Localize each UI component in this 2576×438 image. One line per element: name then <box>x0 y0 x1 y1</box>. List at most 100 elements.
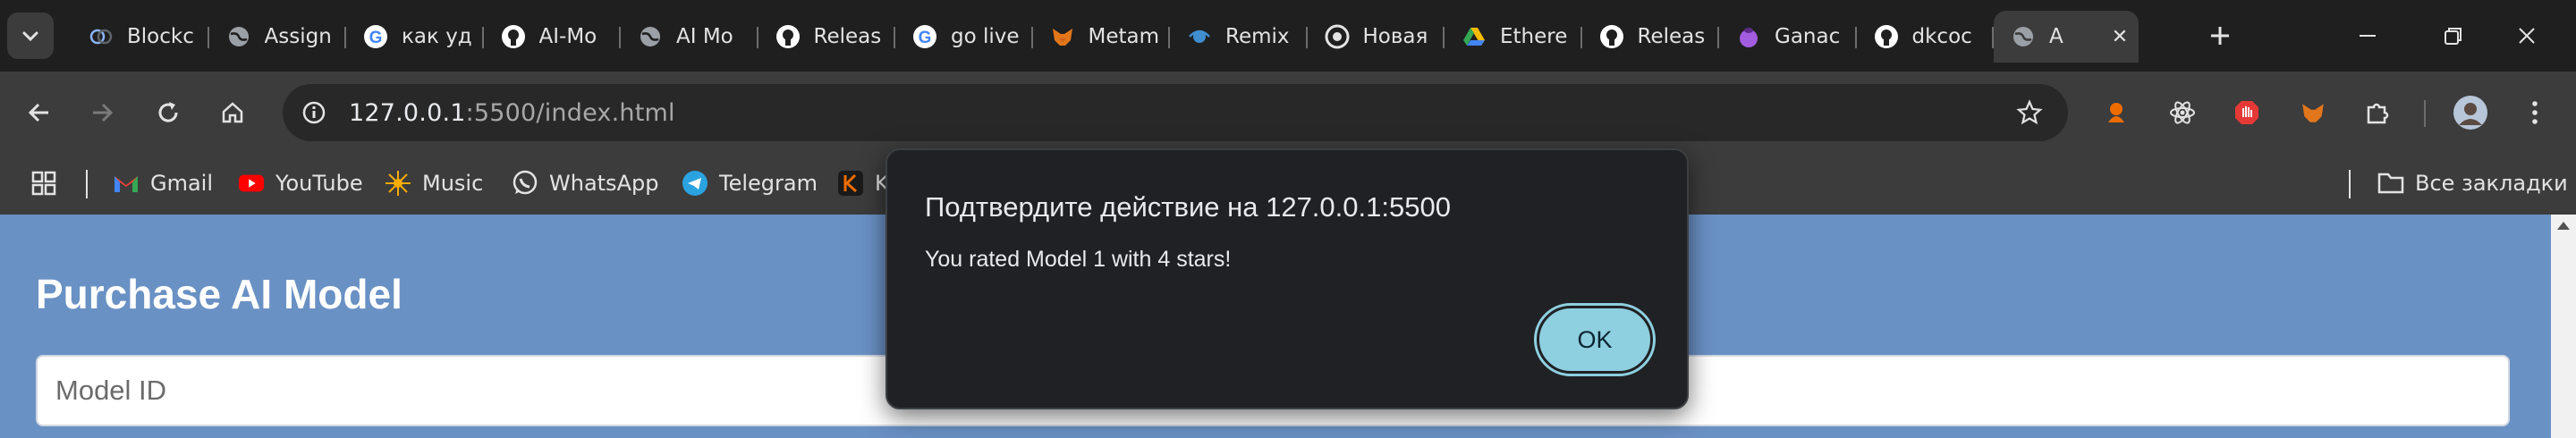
back-button[interactable] <box>16 89 63 136</box>
new-tab-button[interactable] <box>2197 13 2243 59</box>
more-vertical-icon <box>2532 101 2538 124</box>
google-drive-icon <box>1461 23 1487 50</box>
tab[interactable]: Releas <box>758 11 896 63</box>
tab[interactable]: dkcoc <box>1857 11 1995 63</box>
reload-icon <box>158 102 178 122</box>
tab[interactable]: AI-Mo <box>484 11 622 63</box>
chrome-icon <box>1324 23 1351 50</box>
browser-menu-button[interactable] <box>2512 89 2558 136</box>
tab-title: Remix <box>1225 25 1290 48</box>
folder-icon <box>2377 170 2404 197</box>
google-icon: G <box>362 23 389 50</box>
forward-button[interactable] <box>79 89 125 136</box>
remix-icon <box>1186 23 1213 50</box>
bookmark-label: YouTube <box>275 171 363 196</box>
all-bookmarks-button[interactable]: Все закладки <box>2377 161 2568 206</box>
bookmark-star-button[interactable] <box>2011 94 2048 131</box>
telegram-icon <box>682 170 708 197</box>
bookmark-music[interactable]: Music <box>385 161 483 206</box>
arrow-right-icon <box>93 103 114 122</box>
blockchain-icon <box>88 23 114 50</box>
tab[interactable]: G go live <box>895 11 1033 63</box>
bookmarks-divider <box>2349 170 2351 198</box>
bookmark-telegram[interactable]: Telegram <box>682 161 818 206</box>
address-bar[interactable]: 127.0.0.1:5500/index.html <box>283 84 2068 141</box>
site-info-button[interactable] <box>295 94 333 131</box>
globe-icon <box>225 23 252 50</box>
tab[interactable]: Metam <box>1033 11 1171 63</box>
tab[interactable]: Новая <box>1308 11 1445 63</box>
tab-title: Новая <box>1362 25 1428 48</box>
bookmark-label: Telegram <box>719 171 818 196</box>
bookmark-youtube[interactable]: YouTube <box>238 161 363 206</box>
tab-title: Releas <box>813 25 882 48</box>
tab[interactable]: Assign <box>209 11 347 63</box>
reload-button[interactable] <box>145 89 191 136</box>
info-icon <box>302 101 326 124</box>
home-button[interactable] <box>209 89 256 136</box>
close-window-button[interactable] <box>2478 0 2576 72</box>
tab-title: Releas <box>1637 25 1706 48</box>
metamask-icon <box>1049 23 1076 50</box>
apps-grid-icon <box>31 171 56 196</box>
duck-extension-icon <box>2108 103 2124 122</box>
bookmark-label: WhatsApp <box>549 171 659 196</box>
tab[interactable]: Ethere <box>1445 11 1582 63</box>
tab-title: Ethere <box>1500 25 1568 48</box>
page-scrollbar[interactable] <box>2551 215 2576 438</box>
bookmark-whatsapp[interactable]: WhatsApp <box>512 161 658 206</box>
extension-button[interactable] <box>2093 89 2140 136</box>
url-host: 127.0.0.1 <box>349 98 466 127</box>
react-devtools-icon <box>2170 101 2195 124</box>
tab[interactable]: Releas <box>1582 11 1720 63</box>
kaggle-icon <box>837 170 864 197</box>
adblock-icon <box>2235 101 2258 124</box>
profile-button[interactable] <box>2447 89 2494 136</box>
tab-title: Assign <box>264 25 332 48</box>
extension-button[interactable] <box>2290 89 2336 136</box>
tab-title: Blockc <box>127 25 194 48</box>
extension-button[interactable] <box>2224 89 2270 136</box>
extension-button[interactable] <box>2159 89 2206 136</box>
github-icon <box>1873 23 1900 50</box>
bookmark-label: Gmail <box>150 171 214 196</box>
globe-icon <box>637 23 664 50</box>
chevron-down-icon <box>22 31 38 42</box>
tab[interactable]: Blockc <box>72 11 209 63</box>
tab-title: Ganac <box>1775 25 1841 48</box>
tab[interactable]: G как уд <box>346 11 484 63</box>
close-tab-icon[interactable]: ✕ <box>2110 26 2130 48</box>
tab-title: как уд <box>402 25 472 48</box>
apps-button[interactable] <box>30 161 57 206</box>
google-icon: G <box>911 23 938 50</box>
tab[interactable]: Remix <box>1170 11 1308 63</box>
home-icon <box>222 102 243 123</box>
tab-title: dkcoc <box>1911 25 1972 48</box>
gmail-icon <box>113 170 140 197</box>
minimize-button[interactable] <box>2318 0 2417 72</box>
bookmark-gmail[interactable]: Gmail <box>113 161 213 206</box>
dialog-title: Подтвердите действие на 127.0.0.1:5500 <box>925 191 1451 223</box>
bookmark-label: Music <box>422 171 484 196</box>
github-icon <box>1598 23 1625 50</box>
bookmark-kaggle[interactable]: K <box>837 161 889 206</box>
svg-text:G: G <box>919 29 932 47</box>
youtube-icon <box>238 170 265 197</box>
tab-search-button[interactable] <box>7 13 54 59</box>
url-text: 127.0.0.1:5500/index.html <box>349 99 675 127</box>
tab[interactable]: Ganac <box>1719 11 1857 63</box>
bookmarks-divider <box>86 170 88 198</box>
ok-button[interactable]: OK <box>1534 303 1656 376</box>
restore-icon <box>2445 28 2462 45</box>
metamask-icon <box>2302 104 2324 122</box>
dialog-message: You rated Model 1 with 4 stars! <box>925 247 1232 272</box>
tab-title: AI Mo <box>676 25 733 48</box>
tab-title: AI-Mo <box>538 25 597 48</box>
scroll-up-arrow-icon[interactable] <box>2557 222 2570 230</box>
browser-toolbar: 127.0.0.1:5500/index.html <box>0 72 2576 154</box>
github-icon <box>775 23 801 50</box>
tab-active[interactable]: A ✕ <box>1994 11 2139 63</box>
tab-title: Metam <box>1088 25 1160 48</box>
extensions-menu-button[interactable] <box>2354 89 2401 136</box>
tab[interactable]: AI Mo <box>621 11 758 63</box>
